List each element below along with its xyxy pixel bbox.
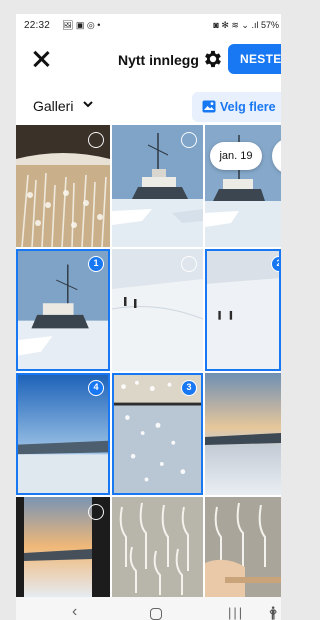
system-nav-bar: ‹ ||| 🛉 — [16, 597, 281, 620]
status-bar: 22:32 🖼 ▣ ◎ • ◙ ✻ ≋ ⌄ .ıl 57% — [16, 14, 281, 38]
photo-tile-selected[interactable]: 1 — [16, 249, 110, 371]
photo-thumbnail — [205, 497, 281, 597]
select-circle[interactable] — [88, 504, 104, 520]
gallery-selector[interactable]: Galleri — [33, 98, 73, 114]
photo-thumbnail — [205, 373, 281, 495]
next-button[interactable]: NESTE — [228, 44, 281, 74]
select-circle[interactable] — [181, 256, 197, 272]
status-time: 22:32 — [24, 20, 51, 31]
home-icon[interactable] — [150, 608, 162, 620]
selection-order-badge: 1 — [88, 256, 104, 272]
signal-icons: ◙ ✻ ≋ ⌄ .ıl — [213, 20, 259, 30]
photo-tile[interactable] — [112, 249, 203, 371]
select-multiple-label: Velg flere — [220, 100, 276, 114]
photo-tile[interactable] — [16, 125, 110, 247]
back-icon[interactable]: ‹ — [72, 603, 77, 620]
photo-tile[interactable] — [112, 497, 203, 597]
system-icons: ◙ ✻ ≋ ⌄ .ıl 57% — [213, 20, 279, 31]
accessibility-icon[interactable]: 🛉 — [269, 602, 277, 620]
photo-tile[interactable] — [16, 497, 110, 597]
select-multiple-button[interactable]: Velg flere — [192, 92, 281, 122]
close-icon[interactable] — [32, 50, 50, 68]
photo-tile[interactable] — [205, 497, 281, 597]
chevron-down-icon[interactable] — [82, 98, 94, 110]
gallery-icon — [202, 100, 216, 113]
selection-order-badge: 4 — [88, 380, 104, 396]
select-circle[interactable] — [181, 132, 197, 148]
selection-order-badge: 3 — [181, 380, 197, 396]
photo-tile-selected[interactable]: 3 — [112, 373, 203, 495]
photo-grid: 1 2 4 3 — [16, 125, 281, 597]
photo-tile[interactable] — [112, 125, 203, 247]
photo-thumbnail — [207, 251, 279, 369]
photo-tile[interactable] — [205, 373, 281, 495]
app-screen: 22:32 🖼 ▣ ◎ • ◙ ✻ ≋ ⌄ .ıl 57% Nytt innle… — [16, 14, 281, 620]
photo-tile-selected[interactable]: 2 — [205, 249, 281, 371]
selection-order-badge: 2 — [271, 256, 279, 272]
notification-icons: 🖼 ▣ ◎ • — [62, 20, 101, 30]
date-scroll-chip: jan. 19 — [210, 142, 262, 170]
recent-apps-icon[interactable]: ||| — [228, 605, 244, 620]
page-title: Nytt innlegg — [118, 52, 199, 68]
battery-level: 57% — [260, 20, 279, 30]
photo-tile-selected[interactable]: 4 — [16, 373, 110, 495]
gear-icon[interactable] — [202, 48, 224, 70]
photo-thumbnail — [112, 497, 203, 597]
select-circle[interactable] — [88, 132, 104, 148]
